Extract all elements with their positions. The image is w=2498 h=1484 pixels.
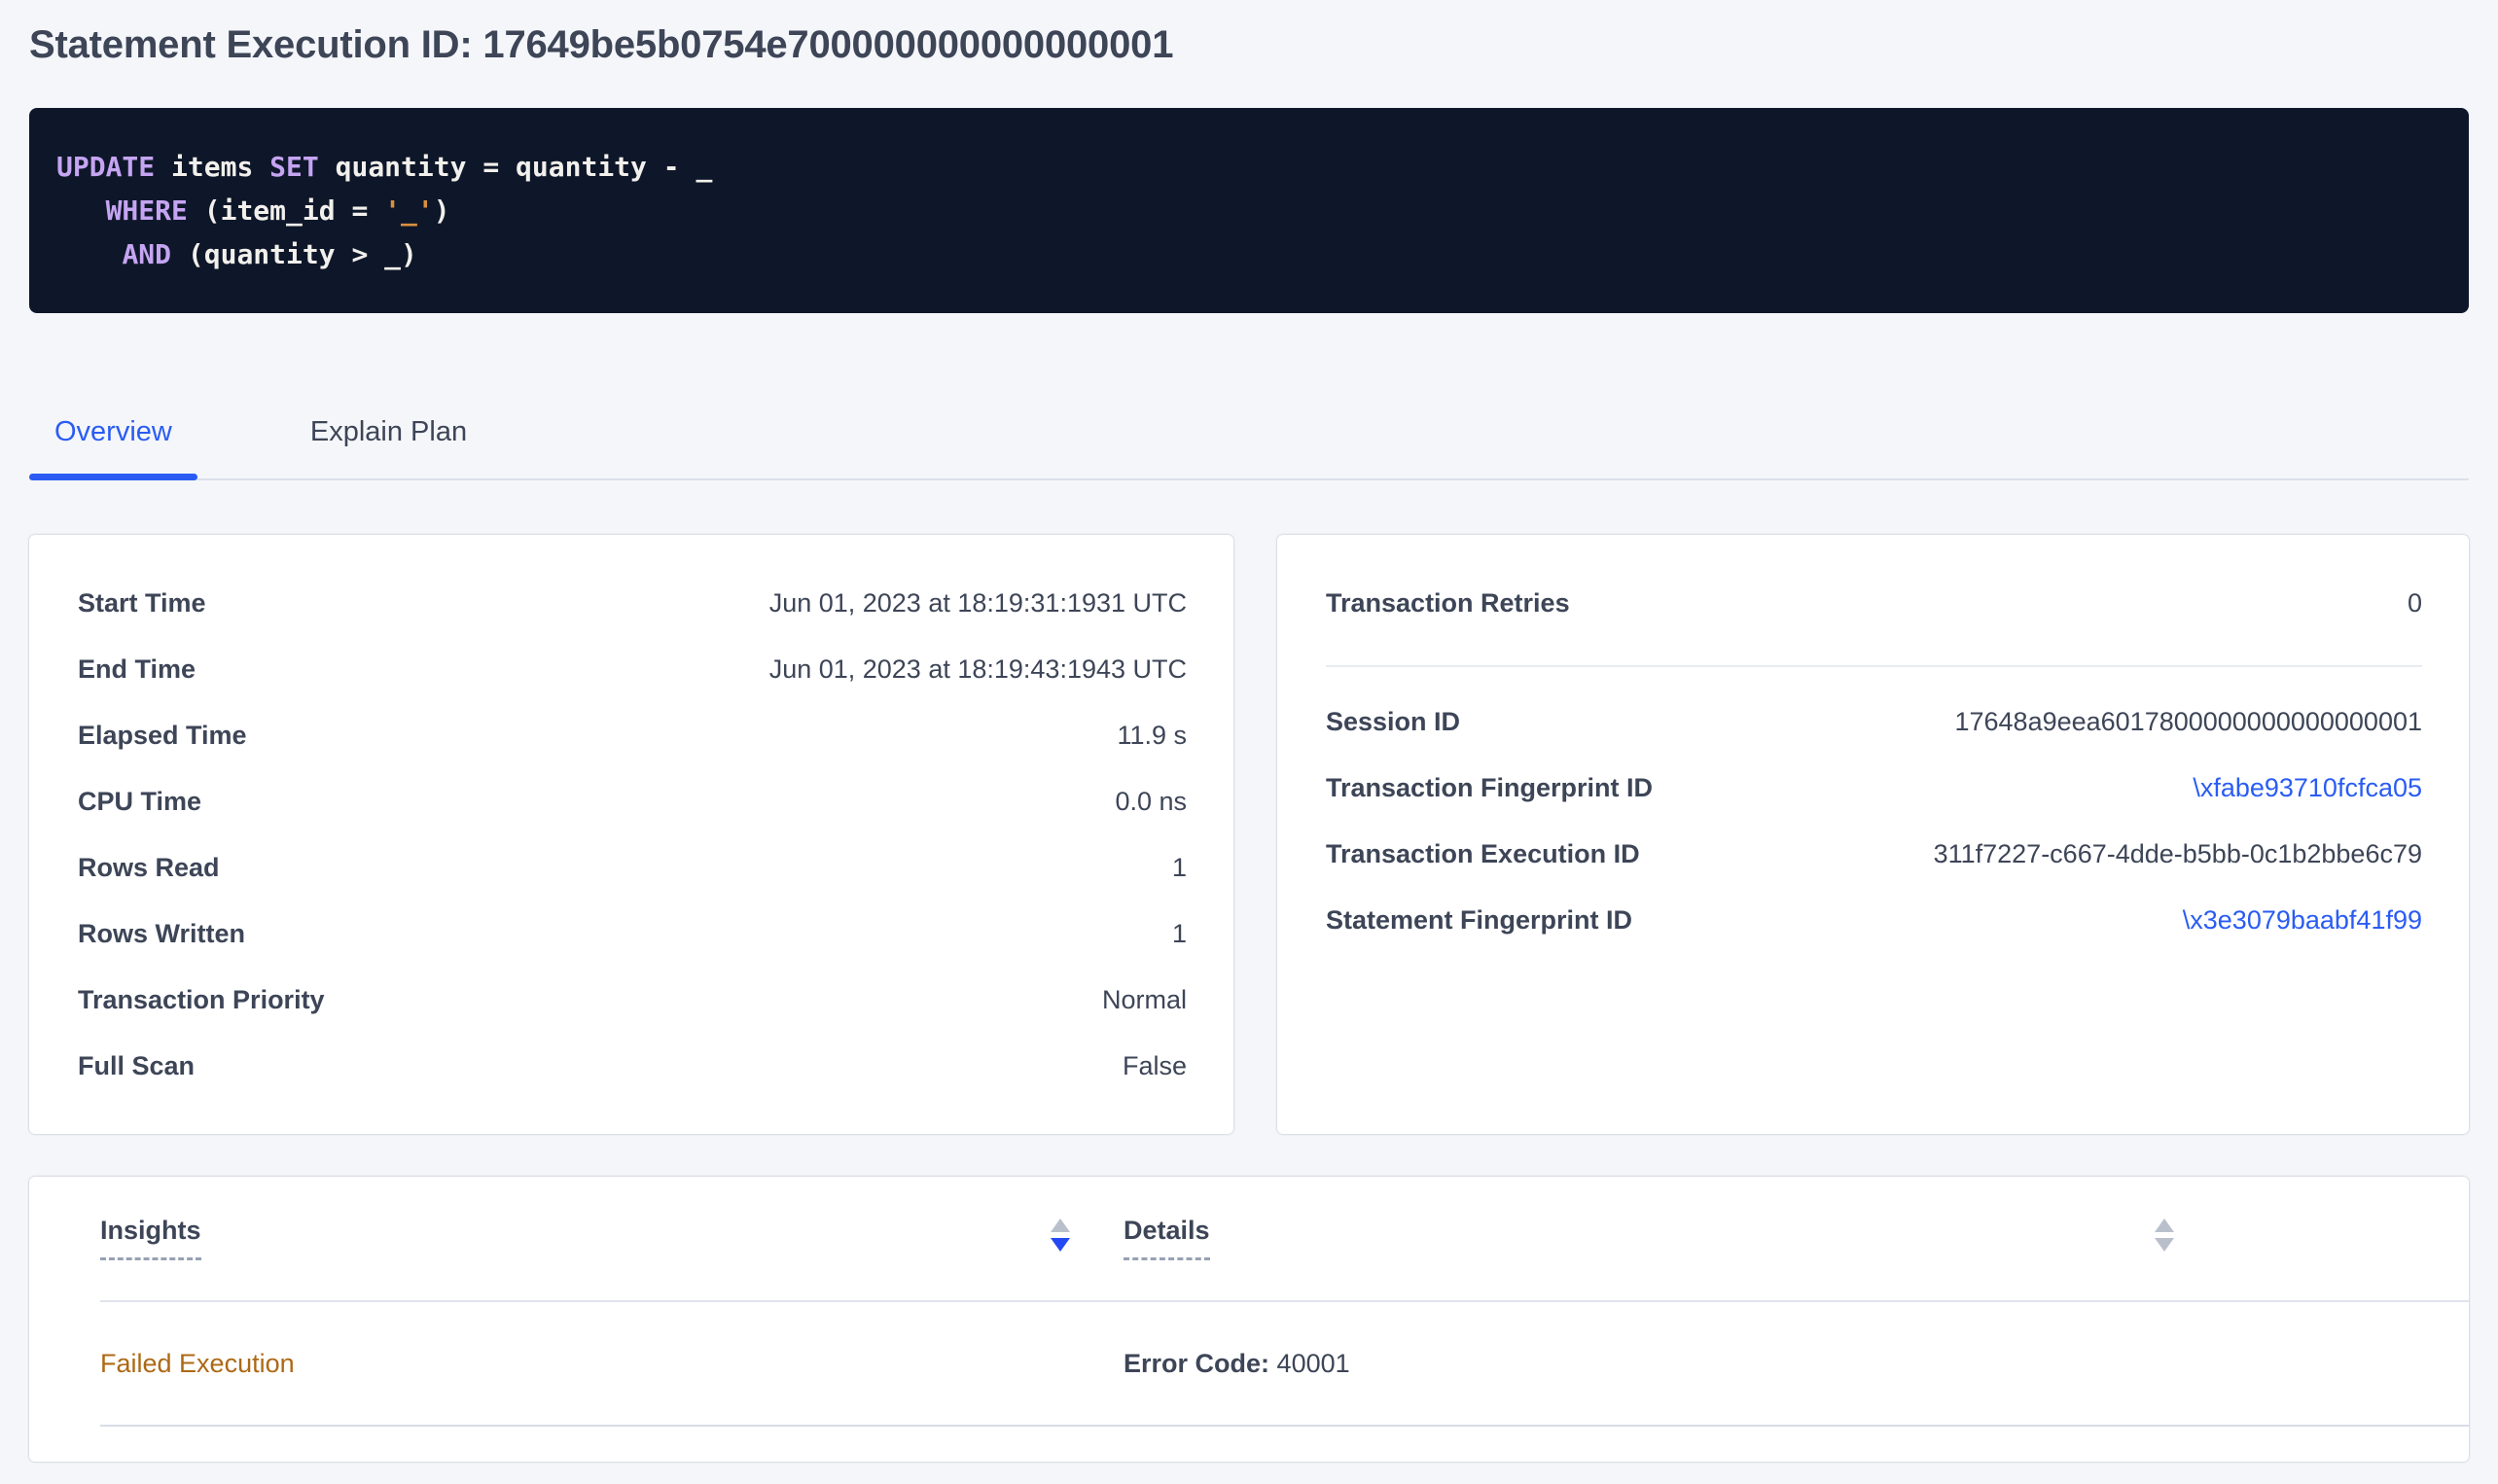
kv-label: CPU Time: [78, 787, 201, 817]
kv-row-session-id: Session ID 17648a9eea6017800000000000000…: [1326, 689, 2422, 755]
sql-string-literal: '_': [384, 194, 434, 227]
kv-value: Normal: [1102, 985, 1187, 1015]
kv-value: Jun 01, 2023 at 18:19:31:1931 UTC: [769, 588, 1187, 618]
sql-indent: [56, 194, 106, 227]
kv-value: 11.9 s: [1117, 721, 1187, 751]
kv-value: 0: [2408, 588, 2422, 618]
error-code-label: Error Code:: [1124, 1349, 1269, 1378]
kv-label: Statement Fingerprint ID: [1326, 905, 1632, 936]
kv-value: 1: [1172, 853, 1187, 883]
sort-icon-insights[interactable]: [1051, 1219, 1070, 1252]
sql-text: quantity = quantity - _: [319, 151, 713, 183]
sql-keyword: AND: [122, 238, 171, 270]
insight-details-cell: Error Code: 40001: [1124, 1349, 2174, 1379]
kv-label: Rows Written: [78, 919, 245, 949]
kv-label: Transaction Fingerprint ID: [1326, 773, 1653, 803]
kv-label: Rows Read: [78, 853, 220, 883]
sql-line: WHERE (item_id = '_'): [56, 189, 2442, 232]
kv-label: Session ID: [1326, 707, 1460, 737]
sort-down-triangle-icon: [1051, 1238, 1070, 1252]
tab-overview[interactable]: Overview: [29, 414, 197, 478]
empty-header-cell: [2174, 1216, 2469, 1300]
column-label-insights[interactable]: Insights: [100, 1216, 201, 1260]
transaction-card: Transaction Retries 0 Session ID 17648a9…: [1277, 535, 2469, 1134]
column-header-insights[interactable]: Insights: [100, 1216, 1124, 1300]
overview-card: Start Time Jun 01, 2023 at 18:19:31:1931…: [29, 535, 1233, 1134]
sql-text: (quantity > _): [171, 238, 417, 270]
page-title: Statement Execution ID: 17649be5b0754e70…: [29, 0, 2469, 67]
sql-keyword: UPDATE: [56, 151, 155, 183]
kv-row-transaction-priority: Transaction Priority Normal: [78, 967, 1187, 1033]
kv-row-transaction-retries: Transaction Retries 0: [1326, 570, 2422, 636]
tab-bar: Overview Explain Plan: [29, 414, 2469, 480]
sort-up-triangle-icon: [2155, 1219, 2174, 1232]
kv-row-rows-written: Rows Written 1: [78, 901, 1187, 967]
insight-status-failed-execution: Failed Execution: [100, 1349, 1124, 1379]
sort-icon-details[interactable]: [2155, 1219, 2174, 1252]
insight-table-row: Failed Execution Error Code: 40001: [100, 1302, 2469, 1427]
transaction-fingerprint-id-link[interactable]: \xfabe93710fcfca05: [2193, 773, 2422, 803]
kv-row-transaction-fingerprint-id: Transaction Fingerprint ID \xfabe93710fc…: [1326, 755, 2422, 821]
kv-label: Transaction Execution ID: [1326, 839, 1640, 869]
kv-label: End Time: [78, 654, 196, 685]
kv-row-rows-read: Rows Read 1: [78, 834, 1187, 901]
kv-label: Full Scan: [78, 1051, 195, 1081]
sql-keyword: SET: [269, 151, 319, 183]
column-header-details[interactable]: Details: [1124, 1216, 2174, 1300]
kv-row-elapsed-time: Elapsed Time 11.9 s: [78, 702, 1187, 768]
sql-statement-box: UPDATE items SET quantity = quantity - _…: [29, 108, 2469, 313]
sql-line: AND (quantity > _): [56, 232, 2442, 276]
kv-label: Transaction Retries: [1326, 588, 1570, 618]
sql-text: items: [155, 151, 269, 183]
kv-value: Jun 01, 2023 at 18:19:43:1943 UTC: [769, 654, 1187, 685]
kv-value: 1: [1172, 919, 1187, 949]
card-divider: [1326, 665, 2422, 667]
kv-value: False: [1123, 1051, 1187, 1081]
kv-row-end-time: End Time Jun 01, 2023 at 18:19:43:1943 U…: [78, 636, 1187, 702]
sql-indent: [56, 238, 122, 270]
sql-text: (item_id =: [188, 194, 384, 227]
kv-row-transaction-execution-id: Transaction Execution ID 311f7227-c667-4…: [1326, 821, 2422, 887]
insights-table-header: Insights Details: [100, 1177, 2469, 1302]
error-code-value: 40001: [1277, 1349, 1350, 1378]
sql-keyword: WHERE: [106, 194, 188, 227]
sort-up-triangle-icon: [1051, 1219, 1070, 1232]
column-label-details[interactable]: Details: [1124, 1216, 1210, 1260]
insights-table-card: Insights Details Failed Execution E: [29, 1177, 2469, 1462]
kv-label: Transaction Priority: [78, 985, 325, 1015]
kv-label: Start Time: [78, 588, 206, 618]
statement-fingerprint-id-link[interactable]: \x3e3079baabf41f99: [2183, 905, 2422, 936]
sort-down-triangle-icon: [2155, 1238, 2174, 1252]
kv-row-full-scan: Full Scan False: [78, 1033, 1187, 1099]
kv-label: Elapsed Time: [78, 721, 247, 751]
summary-cards: Start Time Jun 01, 2023 at 18:19:31:1931…: [29, 535, 2469, 1134]
kv-value: 17648a9eea6017800000000000000001: [1954, 707, 2422, 737]
tab-explain-plan[interactable]: Explain Plan: [285, 414, 492, 478]
sql-line: UPDATE items SET quantity = quantity - _: [56, 145, 2442, 189]
kv-value: 311f7227-c667-4dde-b5bb-0c1b2bbe6c79: [1934, 839, 2422, 869]
sql-text: ): [434, 194, 450, 227]
kv-row-start-time: Start Time Jun 01, 2023 at 18:19:31:1931…: [78, 570, 1187, 636]
kv-row-cpu-time: CPU Time 0.0 ns: [78, 768, 1187, 834]
statement-execution-page: Statement Execution ID: 17649be5b0754e70…: [0, 0, 2498, 1462]
kv-row-statement-fingerprint-id: Statement Fingerprint ID \x3e3079baabf41…: [1326, 887, 2422, 953]
kv-value: 0.0 ns: [1115, 787, 1187, 817]
